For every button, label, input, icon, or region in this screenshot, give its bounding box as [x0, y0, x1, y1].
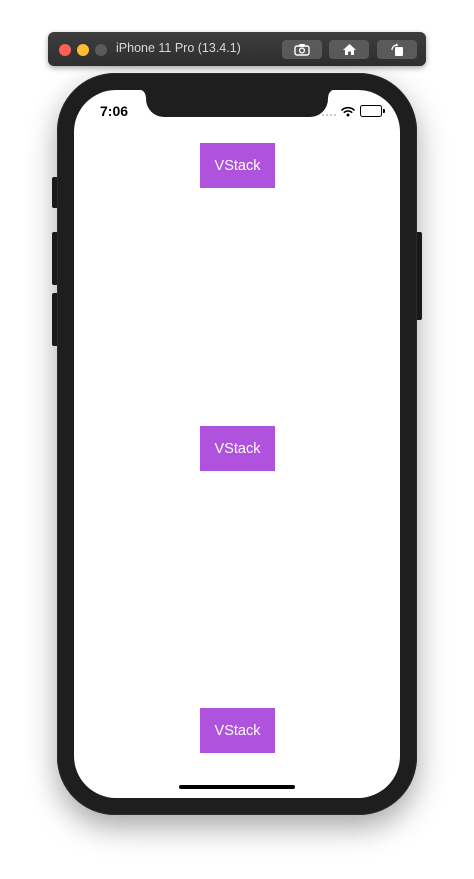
device-screen: 7:06 VStack VStack VStack — [74, 90, 400, 798]
vstack-label: VStack — [214, 440, 261, 457]
vstack-label: VStack — [214, 722, 261, 739]
simulator-stage: iPhone 11 Pro (13.4.1) 7:06 VStack VStac… — [0, 0, 474, 879]
device-notch — [138, 90, 336, 117]
home-icon — [342, 44, 356, 55]
vstack-box-top: VStack — [200, 143, 275, 188]
cellular-icon — [322, 106, 336, 116]
rotate-icon — [390, 43, 403, 56]
vstack-box-middle: VStack — [200, 426, 275, 471]
rotate-button[interactable] — [377, 40, 417, 59]
close-window-button[interactable] — [59, 44, 71, 56]
battery-icon — [360, 105, 385, 117]
wifi-icon — [341, 106, 355, 116]
screenshot-icon — [294, 44, 310, 56]
vstack-box-bottom: VStack — [200, 708, 275, 753]
status-indicators — [322, 105, 385, 117]
window-title: iPhone 11 Pro (13.4.1) — [116, 41, 241, 55]
zoom-window-button[interactable] — [95, 44, 107, 56]
vstack-label: VStack — [214, 157, 261, 174]
screenshot-button[interactable] — [282, 40, 322, 59]
minimize-window-button[interactable] — [77, 44, 89, 56]
simulator-titlebar: iPhone 11 Pro (13.4.1) — [48, 32, 426, 66]
home-button[interactable] — [329, 40, 369, 59]
home-indicator[interactable] — [179, 785, 295, 789]
status-time: 7:06 — [100, 103, 129, 119]
